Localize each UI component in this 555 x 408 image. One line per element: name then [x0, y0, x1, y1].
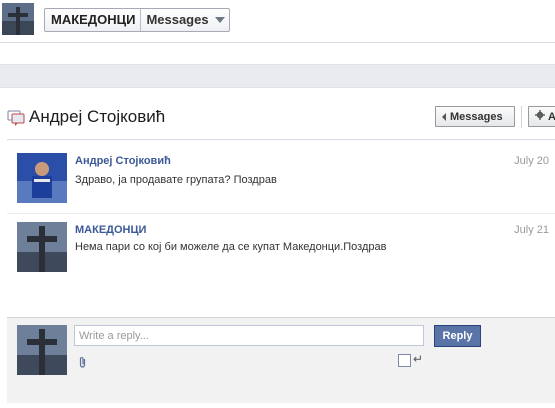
message-date: July 20 — [514, 155, 549, 167]
top-bar: МАКЕДОНЦИ Messages — [0, 0, 555, 43]
reply-composer: Reply ↵ — [7, 317, 555, 403]
back-to-messages-button[interactable]: Messages — [435, 106, 515, 127]
chevron-left-icon — [442, 112, 446, 121]
paperclip-icon[interactable] — [78, 355, 87, 373]
breadcrumb-page-name[interactable]: МАКЕДОНЦИ — [45, 9, 142, 31]
message-sender[interactable]: МАКЕДОНЦИ — [75, 224, 146, 236]
section-dropdown[interactable]: Messages — [141, 9, 228, 31]
chevron-down-icon — [214, 17, 225, 23]
message-text: Здраво, ја продавате групата? Поздрав — [75, 174, 277, 186]
divider — [521, 106, 522, 128]
back-to-messages-label: Messages — [450, 110, 503, 123]
actions-button[interactable]: A — [528, 106, 555, 127]
message-text: Нема пари со кој би можеле да се купат М… — [75, 241, 387, 253]
avatar[interactable] — [17, 153, 67, 203]
thread-title: Андреј Стојковић — [29, 107, 166, 126]
actions-button-label: A — [548, 110, 555, 123]
message-date: July 21 — [514, 224, 549, 236]
avatar — [17, 325, 67, 375]
messages-bubble-icon — [7, 110, 25, 131]
reply-button[interactable]: Reply — [434, 325, 481, 347]
reply-input[interactable] — [74, 325, 424, 346]
avatar[interactable] — [17, 222, 67, 272]
section-dropdown-label: Messages — [146, 12, 209, 27]
divider — [7, 139, 555, 140]
message-sender[interactable]: Андреј Стојковић — [75, 155, 171, 167]
enter-key-icon: ↵ — [413, 352, 424, 366]
message-item: МАКЕДОНЦИ July 21 Нема пари со кој би мо… — [7, 213, 555, 274]
breadcrumb: МАКЕДОНЦИ Messages — [44, 8, 230, 32]
gray-band — [0, 64, 555, 88]
press-enter-checkbox[interactable] — [398, 354, 411, 367]
page-avatar[interactable] — [2, 3, 34, 35]
message-item: Андреј Стојковић July 20 Здраво, ја прод… — [7, 147, 555, 207]
gear-icon — [535, 110, 545, 123]
